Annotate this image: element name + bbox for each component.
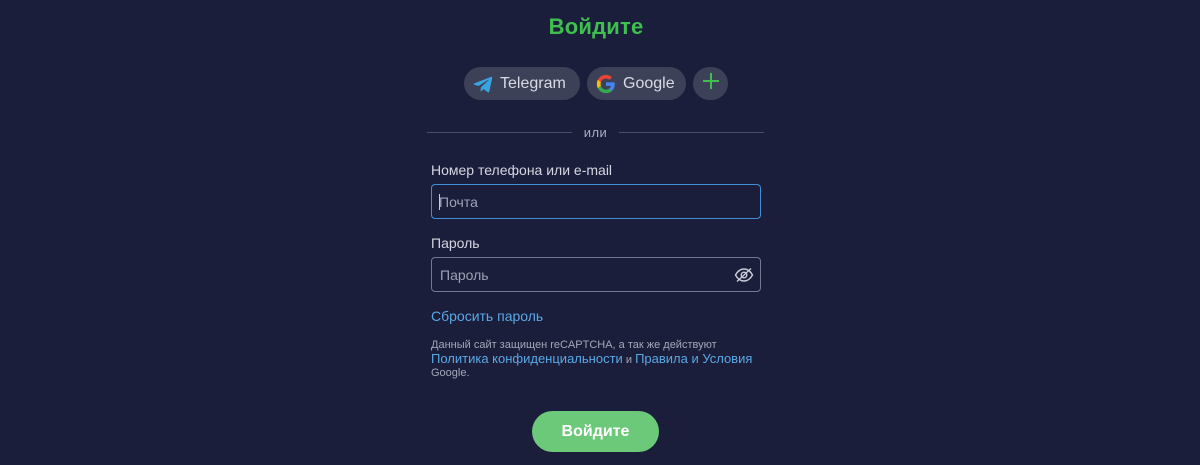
google-label: Google [623,74,675,92]
page-title: Войдите [548,14,644,39]
divider-line-right [619,131,765,133]
text-caret [439,194,440,210]
password-label: Пароль [431,235,480,251]
email-field[interactable] [432,185,752,218]
password-field[interactable] [432,258,722,291]
telegram-label: Telegram [500,74,566,92]
privacy-policy-link[interactable]: Политика конфиденциальности [431,351,623,366]
terms-link[interactable]: Правила и Условия [635,351,752,366]
login-page: Войдите Telegram Google или Номер телефо… [0,0,1200,465]
google-icon [595,73,617,95]
recaptcha-google: Google. [431,367,470,379]
or-divider: или [427,124,765,140]
email-label: Номер телефона или e-mail [431,162,613,178]
eye-slash-icon[interactable] [734,266,754,284]
login-submit-button[interactable]: Войдите [532,411,659,452]
recaptcha-and: и [622,354,636,366]
more-login-options-button[interactable] [693,67,728,100]
social-login-row: Telegram Google [464,67,728,100]
email-field-wrapper [431,184,761,219]
reset-password-link[interactable]: Сбросить пароль [431,308,543,324]
google-login-button[interactable]: Google [587,67,686,100]
plus-icon [701,71,721,96]
divider-line-left [427,131,572,133]
divider-text: или [583,124,608,140]
password-field-wrapper [431,257,761,292]
telegram-login-button[interactable]: Telegram [464,67,580,100]
telegram-icon [472,73,494,95]
recaptcha-notice: Данный сайт защищен reCAPTCHA, а так же … [431,339,761,380]
recaptcha-text: Данный сайт защищен reCAPTCHA, а так же … [431,339,717,351]
